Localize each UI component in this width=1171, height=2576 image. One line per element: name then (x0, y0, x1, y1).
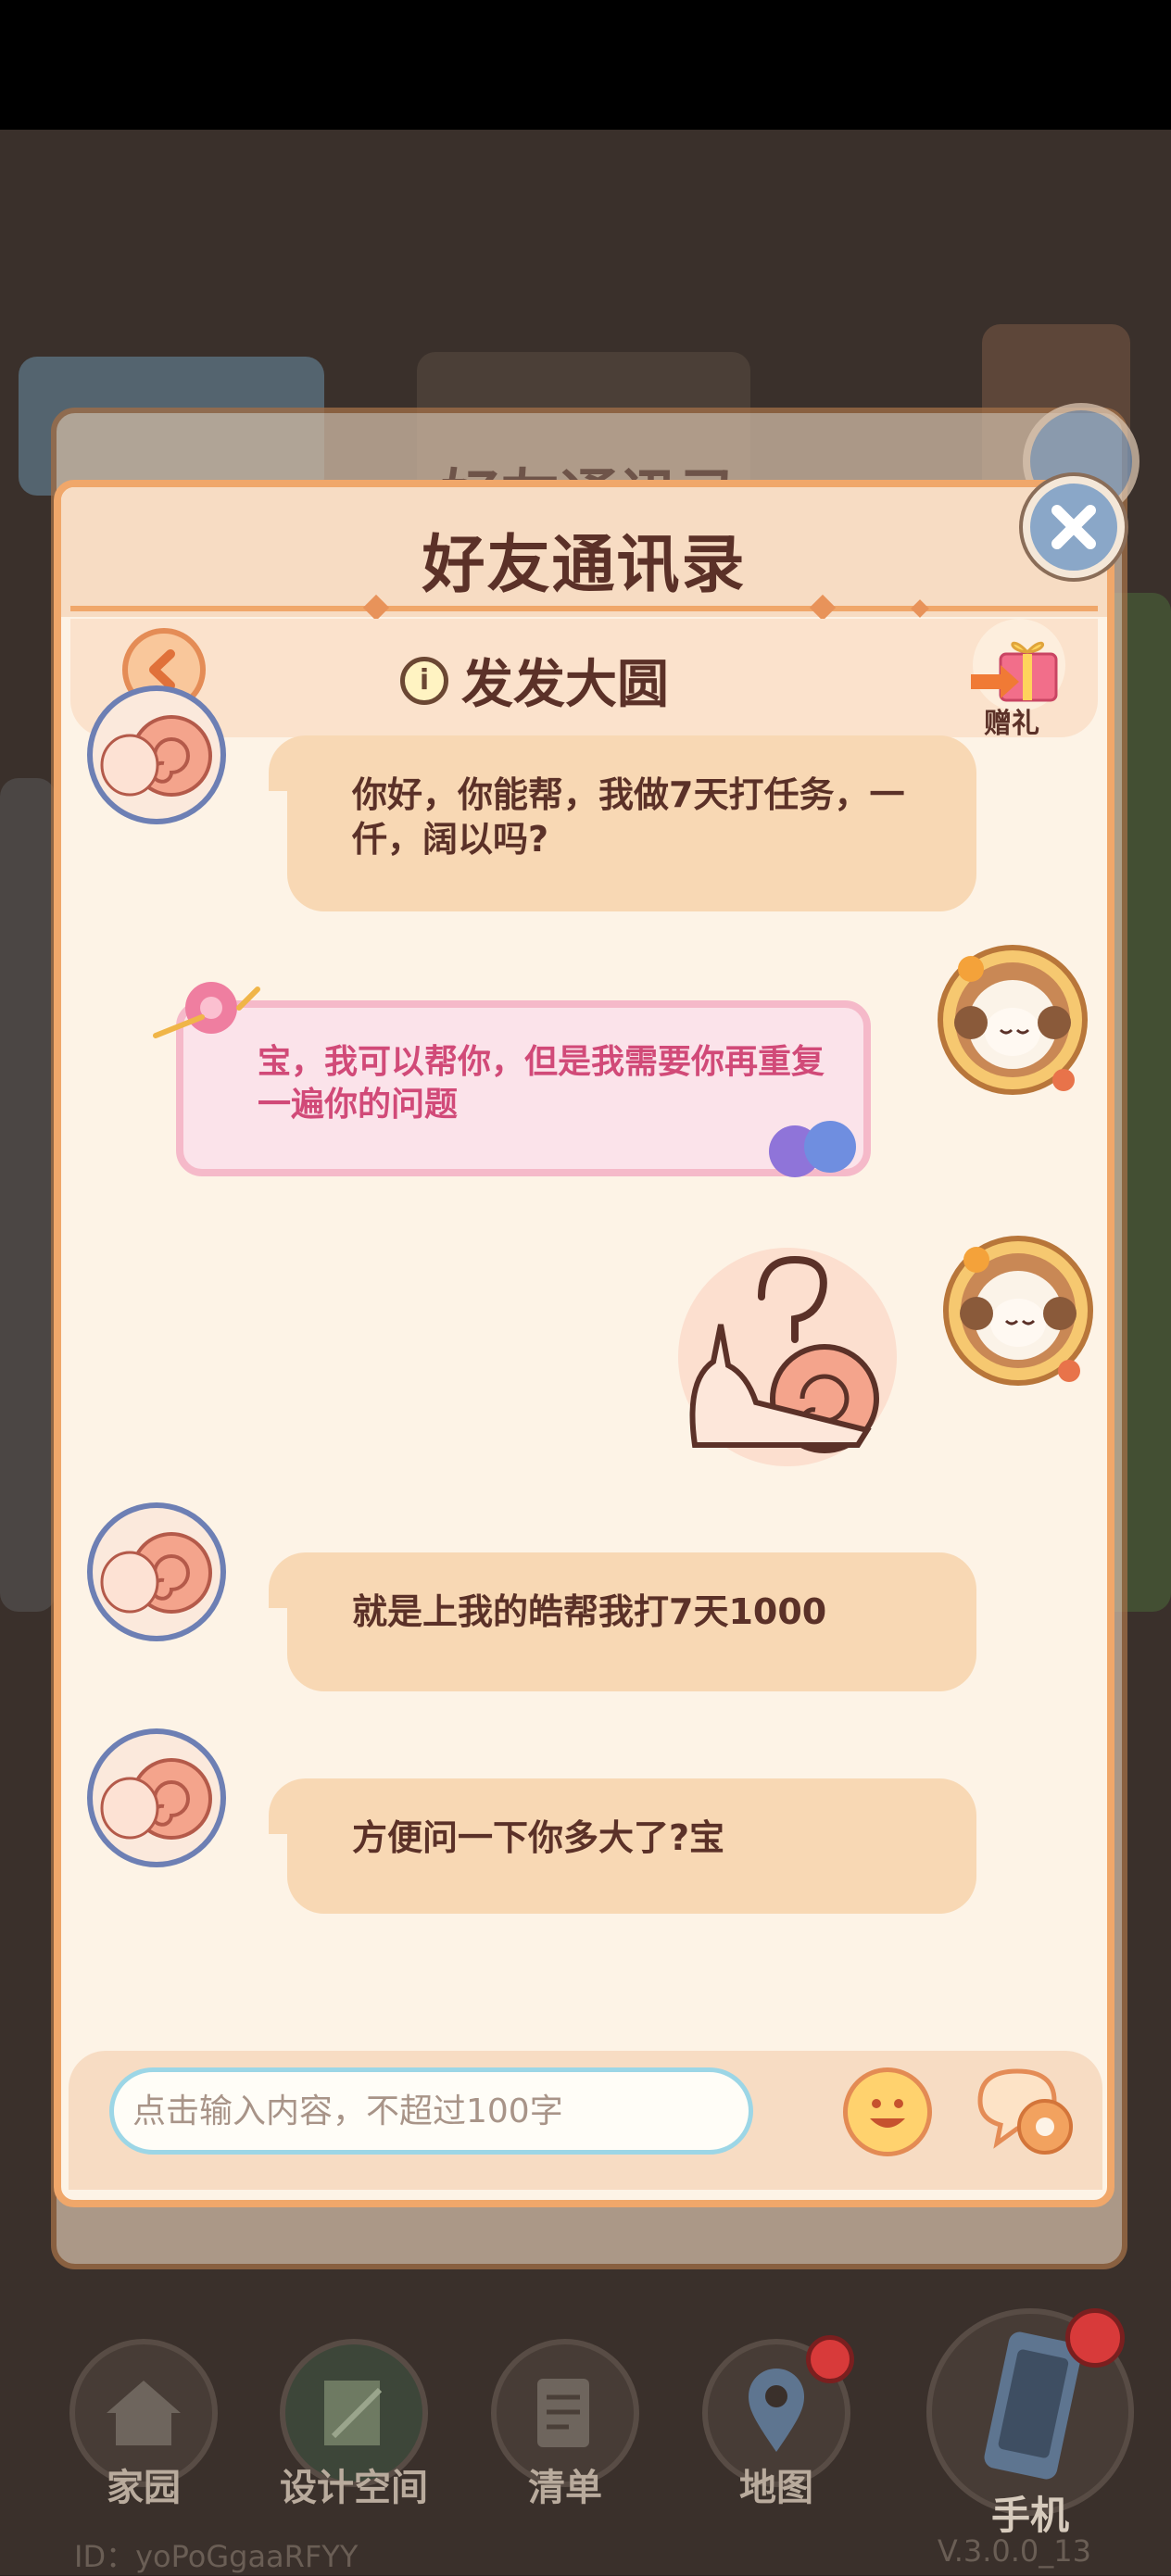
info-icon[interactable]: i (400, 656, 448, 705)
smiley-icon (870, 2099, 905, 2128)
map-pin-icon (749, 2369, 804, 2452)
gem-decoration-icon (769, 1121, 856, 1177)
friend-avatar[interactable] (87, 1728, 226, 1867)
pink-message-bubble: 宝，我可以帮你，但是我需要你再重复一遍你的问题 (153, 982, 871, 1177)
message-text: 你好，你能帮，我做7天打任务，一仟，阔以吗? (352, 774, 905, 860)
message-text: 宝，我可以帮你，但是我需要你再重复一遍你的问题 (258, 1043, 825, 1124)
gift-label: 赠礼 (984, 708, 1039, 740)
message-input[interactable] (109, 2067, 753, 2155)
message-text: 方便问一下你多大了?宝 (352, 1817, 725, 1858)
nav-label: 设计空间 (280, 2467, 428, 2509)
friend-avatar[interactable] (87, 1502, 226, 1641)
nav-label: 手机 (990, 2493, 1069, 2538)
friend-header: i 发发大圆 (400, 643, 669, 718)
snail-question-icon (678, 1248, 897, 1466)
sheep-avatar-icon (943, 1236, 1093, 1386)
app-version: V.3.0.0_13 (937, 2533, 1091, 2569)
sheep-avatar-icon (938, 945, 1088, 1095)
nav-list[interactable]: 清单 (491, 2339, 639, 2509)
user-id: ID：yoPoGgaaRFYY (74, 2539, 359, 2574)
nav-label: 地图 (739, 2467, 813, 2509)
nav-label: 清单 (528, 2467, 602, 2509)
close-button[interactable] (1023, 476, 1125, 578)
list-icon (537, 2379, 589, 2447)
gift-icon (971, 619, 1065, 711)
message-bubble: 你好，你能帮，我做7天打任务，一仟，阔以吗? (269, 735, 976, 911)
snail-avatar-icon (100, 1758, 212, 1840)
message-bubble: 就是上我的皓帮我打7天1000 (269, 1552, 976, 1691)
emoji-button[interactable] (843, 2067, 932, 2156)
snail-avatar-icon (100, 1532, 212, 1614)
message-text: 就是上我的皓帮我打7天1000 (352, 1591, 827, 1632)
nav-phone[interactable]: 手机 (926, 2308, 1134, 2538)
notification-dot (806, 2335, 854, 2383)
friend-name: 发发大圆 (461, 655, 669, 715)
close-icon (1051, 505, 1096, 549)
snail-question-sticker (676, 1241, 908, 1473)
friend-avatar[interactable] (87, 685, 226, 824)
snail-avatar-icon (100, 715, 212, 797)
title-divider (70, 606, 1098, 611)
dialog-title: 好友通讯录 (422, 529, 747, 602)
chat-settings-button[interactable] (971, 2064, 1082, 2166)
message-bubble: 方便问一下你多大了?宝 (269, 1778, 976, 1914)
my-avatar[interactable] (934, 941, 1091, 1099)
status-bar (0, 0, 1171, 130)
chat-settings-icon (977, 2068, 1073, 2155)
nav-map[interactable]: 地图 (702, 2335, 854, 2509)
design-icon (324, 2381, 383, 2445)
nav-label: 家园 (107, 2467, 181, 2509)
my-avatar[interactable] (939, 1232, 1097, 1389)
notification-dot (1065, 2308, 1125, 2368)
home-icon (107, 2381, 181, 2445)
nav-design-space[interactable]: 设计空间 (280, 2339, 428, 2509)
nav-home[interactable]: 家园 (69, 2339, 218, 2509)
flower-decoration-icon (153, 982, 260, 1038)
